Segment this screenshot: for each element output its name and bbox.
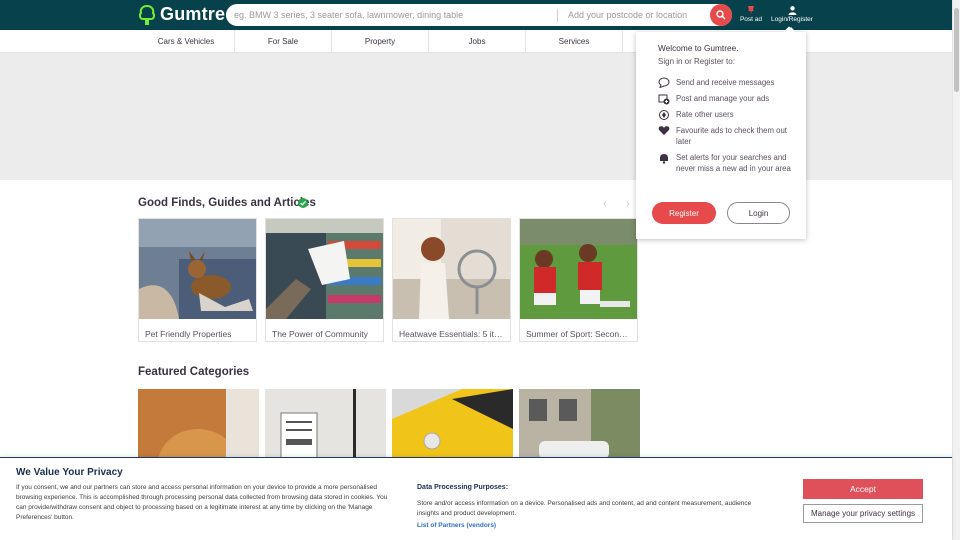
post-ad-label: Post ad — [739, 16, 763, 23]
category-tile[interactable] — [265, 389, 386, 459]
category-tile[interactable] — [392, 389, 513, 459]
benefit-item: Rate other users — [658, 109, 798, 121]
article-card[interactable]: The Power of Community — [265, 218, 384, 342]
benefit-item: Send and receive messages — [658, 77, 798, 88]
benefit-item: Post and manage your ads — [658, 93, 798, 105]
article-card-title: Heatwave Essentials: 5 items — [399, 329, 510, 339]
consent-body: If you consent, we and our partners can … — [16, 484, 388, 521]
article-card[interactable]: Pet Friendly Properties — [138, 218, 257, 342]
search-input[interactable] — [234, 4, 556, 26]
pin-icon — [748, 6, 754, 15]
scrollbar-thumb[interactable] — [954, 8, 959, 92]
benefit-text: Favourite ads to check them out later — [676, 126, 787, 146]
login-register-button[interactable]: Login/Register — [768, 6, 816, 23]
carousel-prev-arrow[interactable]: ‹ — [603, 198, 607, 210]
search-bar — [226, 4, 732, 26]
user-icon — [788, 6, 796, 15]
chat-bubble-icon — [658, 77, 670, 88]
register-button[interactable]: Register — [652, 202, 716, 224]
gumtree-logo[interactable]: Gumtree — [138, 4, 235, 25]
nav-item-services[interactable]: Services — [526, 30, 623, 52]
carousel-next-arrow[interactable]: › — [626, 198, 630, 210]
search-button[interactable] — [710, 4, 732, 26]
good-finds-heading: Good Finds, Guides and Articles — [138, 197, 316, 209]
article-card-title: The Power of Community — [272, 329, 368, 339]
rate-users-icon — [659, 110, 669, 120]
benefit-text: Set alerts for your searches and never m… — [676, 153, 791, 173]
gumtree-leaf-icon — [138, 4, 156, 25]
page-scrollbar[interactable] — [952, 0, 960, 540]
category-nav: Cars & Vehicles For Sale Property Jobs S… — [138, 30, 952, 52]
nav-item-jobs[interactable]: Jobs — [429, 30, 526, 52]
article-card-title: Pet Friendly Properties — [145, 329, 232, 339]
consent-title: We Value Your Privacy — [16, 467, 123, 478]
nav-item-for-sale[interactable]: For Sale — [235, 30, 332, 52]
benefit-text: Post and manage your ads — [676, 94, 770, 103]
benefit-item: Favourite ads to check them out later — [658, 125, 798, 147]
nav-item-property[interactable]: Property — [332, 30, 429, 52]
bell-alert-icon — [660, 154, 668, 164]
heart-icon — [658, 126, 670, 135]
post-ad-button[interactable]: Post ad — [738, 6, 764, 23]
featured-categories-heading: Featured Categories — [138, 366, 250, 378]
benefit-text: Rate other users — [676, 110, 734, 119]
benefit-text: Send and receive messages — [676, 78, 775, 87]
nav-item-cars-vehicles[interactable]: Cars & Vehicles — [138, 30, 235, 52]
purposes-body: Store and/or access information on a dev… — [417, 500, 752, 517]
benefit-item: Set alerts for your searches and never m… — [658, 152, 798, 174]
accept-button[interactable]: Accept — [803, 479, 923, 499]
login-button[interactable]: Login — [727, 202, 790, 224]
category-tile[interactable] — [138, 389, 259, 459]
search-icon — [716, 10, 726, 20]
privacy-consent-banner: We Value Your Privacy If you consent, we… — [0, 457, 952, 540]
logo-text: Gumtree — [160, 4, 236, 24]
top-header: Gumtree Post ad Login/Register — [0, 0, 952, 30]
partners-link[interactable]: List of Partners (vendors) — [417, 522, 496, 529]
search-divider — [557, 9, 558, 22]
article-card[interactable]: Summer of Sport: Second-hand — [519, 218, 638, 342]
article-image-receipt — [266, 219, 383, 319]
popup-welcome: Welcome to Gumtree. — [658, 43, 739, 53]
login-popup: Welcome to Gumtree. Sign in or Register … — [636, 26, 806, 239]
post-ad-icon — [658, 94, 670, 105]
article-image-dog — [139, 219, 256, 319]
ad-banner — [0, 53, 952, 180]
article-image-heatwave — [393, 219, 510, 319]
popup-subtitle: Sign in or Register to: — [658, 57, 735, 66]
article-image-sport — [520, 219, 637, 319]
article-card-title: Summer of Sport: Second-hand — [526, 329, 637, 339]
postcode-input[interactable] — [568, 4, 708, 26]
category-tile[interactable] — [519, 389, 640, 459]
manage-privacy-button[interactable]: Manage your privacy settings — [803, 504, 923, 523]
article-card[interactable]: Heatwave Essentials: 5 items — [392, 218, 511, 342]
login-register-label: Login/Register — [771, 16, 813, 23]
purposes-heading: Data Processing Purposes: — [417, 484, 509, 491]
verified-check-icon — [298, 198, 308, 208]
